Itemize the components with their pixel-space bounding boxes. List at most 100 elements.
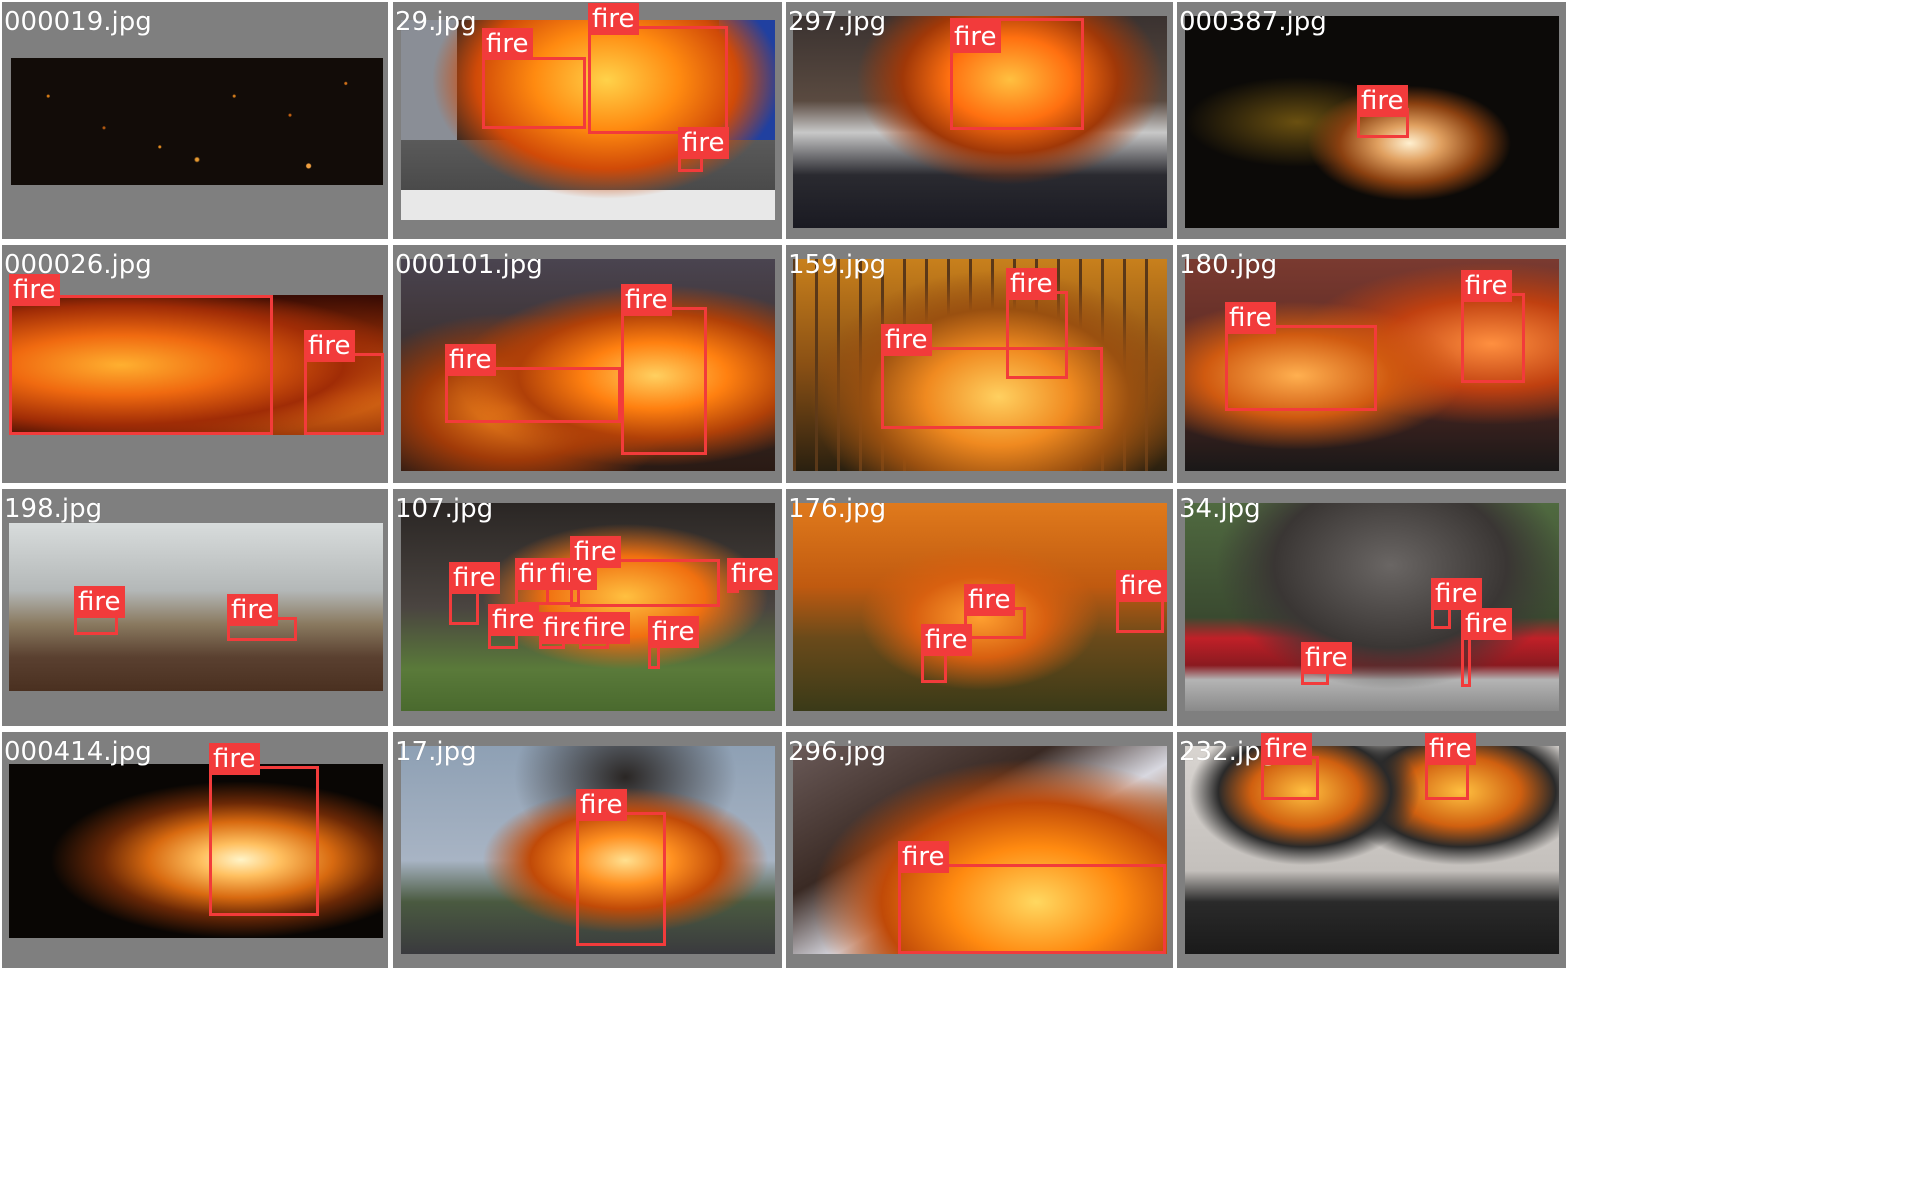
tile-filename: 176.jpg bbox=[788, 494, 887, 524]
detection-label: fire bbox=[588, 3, 639, 35]
detection-label: fire bbox=[9, 274, 60, 306]
image-tile: fire fire 198.jpg bbox=[2, 489, 388, 726]
detection-label: fire bbox=[304, 330, 355, 362]
detection-label: fire bbox=[727, 558, 778, 590]
image-tile: fire fire fire 176.jpg bbox=[786, 489, 1173, 726]
detection-box: fire bbox=[921, 624, 972, 683]
detection-box: fire bbox=[515, 558, 566, 605]
detection-label: fire bbox=[964, 584, 1015, 616]
detection-label: fire bbox=[227, 594, 278, 626]
detection-box: fire bbox=[1357, 85, 1409, 138]
detection-box: fire bbox=[898, 841, 1166, 954]
detection-box: fire bbox=[9, 274, 273, 435]
detection-box: fire bbox=[209, 743, 319, 916]
detection-label: fire bbox=[921, 624, 972, 656]
image-tile: fire fire fire 29.jpg bbox=[393, 2, 782, 239]
detection-box: fire bbox=[570, 536, 720, 607]
detection-label: fire bbox=[1431, 578, 1482, 610]
detection-box: fire bbox=[1431, 578, 1482, 629]
image-tile: fire 17.jpg bbox=[393, 732, 782, 968]
detection-box: fire bbox=[588, 3, 728, 134]
tile-image bbox=[1185, 503, 1559, 711]
detection-label: fire bbox=[1461, 608, 1512, 640]
tile-filename: 107.jpg bbox=[395, 494, 494, 524]
tile-filename: 297.jpg bbox=[788, 7, 887, 37]
tile-filename: 198.jpg bbox=[4, 494, 103, 524]
detection-box: fire bbox=[488, 604, 539, 649]
detection-box: fire bbox=[1301, 642, 1352, 685]
tile-filename: 180.jpg bbox=[1179, 250, 1278, 280]
detection-label: fire bbox=[576, 789, 627, 821]
detection-label: fire bbox=[1006, 268, 1057, 300]
image-tile: fire 297.jpg bbox=[786, 2, 1173, 239]
detection-label: fire bbox=[209, 743, 260, 775]
image-tile: fire fire 000101.jpg bbox=[393, 245, 782, 483]
detection-label: fire bbox=[950, 21, 1001, 53]
tile-filename: 296.jpg bbox=[788, 737, 887, 767]
image-tile: fire fire fire 34.jpg bbox=[1177, 489, 1566, 726]
detection-label: fire bbox=[74, 586, 125, 618]
detection-box: fire bbox=[881, 324, 1103, 429]
detection-label: fire bbox=[488, 604, 539, 636]
image-tile: fire 000387.jpg bbox=[1177, 2, 1566, 239]
detection-label: fire bbox=[1425, 733, 1476, 765]
tile-filename: 34.jpg bbox=[1179, 494, 1261, 524]
detection-box: fire bbox=[445, 344, 621, 423]
detection-label: fire bbox=[579, 612, 630, 644]
tile-image bbox=[9, 764, 383, 938]
image-tile: fire fire 180.jpg bbox=[1177, 245, 1566, 483]
detection-label: fire bbox=[898, 841, 949, 873]
detection-label: fire bbox=[1225, 302, 1276, 334]
detection-box: fire bbox=[1461, 270, 1525, 383]
tile-image bbox=[9, 523, 383, 691]
detection-label: fire bbox=[445, 344, 496, 376]
detection-label: fire bbox=[1116, 570, 1167, 602]
detection-box: fire bbox=[539, 612, 590, 649]
detection-label: fire bbox=[648, 616, 699, 648]
detection-label: fire bbox=[1261, 733, 1312, 765]
detection-label: fire bbox=[881, 324, 932, 356]
detection-box: fire bbox=[678, 127, 729, 172]
detection-box: fire bbox=[964, 584, 1026, 639]
detection-box: fire bbox=[727, 558, 778, 593]
image-tile: fire fire fire fire fire fire fire fire … bbox=[393, 489, 782, 726]
detection-results-grid: 000019.jpg fire fire fire 29.jpg fire 29… bbox=[0, 0, 1920, 1192]
detection-label: fire bbox=[1461, 270, 1512, 302]
detection-box: fire bbox=[74, 586, 125, 635]
detection-label: fire bbox=[570, 536, 621, 568]
detection-box: fire bbox=[449, 562, 500, 625]
detection-box: fire bbox=[1425, 733, 1476, 800]
image-tile: fire 000414.jpg bbox=[2, 732, 388, 968]
detection-box: fire bbox=[1261, 733, 1319, 800]
detection-box: fire bbox=[579, 612, 630, 649]
detection-label: fire bbox=[1301, 642, 1352, 674]
detection-box: fire bbox=[482, 28, 586, 129]
tile-image bbox=[11, 58, 383, 185]
detection-box: fire bbox=[576, 789, 666, 946]
image-tile: fire fire 000026.jpg bbox=[2, 245, 388, 483]
tile-filename: 29.jpg bbox=[395, 7, 477, 37]
detection-label: fire bbox=[482, 28, 533, 60]
tile-filename: 159.jpg bbox=[788, 250, 887, 280]
tile-filename: 000019.jpg bbox=[4, 7, 152, 37]
tile-image bbox=[1185, 746, 1559, 954]
detection-label: fire bbox=[621, 284, 672, 316]
image-tile: fire fire 159.jpg bbox=[786, 245, 1173, 483]
image-tile: fire fire 232.jpg bbox=[1177, 732, 1566, 968]
image-tile: fire 296.jpg bbox=[786, 732, 1173, 968]
detection-box: fire bbox=[1225, 302, 1377, 411]
tile-filename: 000414.jpg bbox=[4, 737, 152, 767]
detection-box: fire bbox=[1461, 608, 1512, 687]
detection-box: fire bbox=[1116, 570, 1167, 633]
detection-box: fire bbox=[304, 330, 384, 435]
detection-box: fire bbox=[621, 284, 707, 455]
detection-label: fire bbox=[449, 562, 500, 594]
detection-box: fire bbox=[648, 616, 699, 669]
detection-label: fire bbox=[678, 127, 729, 159]
tile-filename: 17.jpg bbox=[395, 737, 477, 767]
tile-filename: 000101.jpg bbox=[395, 250, 543, 280]
image-tile: 000019.jpg bbox=[2, 2, 388, 239]
detection-label: fire bbox=[1357, 85, 1408, 117]
tile-filename: 000387.jpg bbox=[1179, 7, 1327, 37]
detection-box: fire bbox=[227, 594, 297, 641]
